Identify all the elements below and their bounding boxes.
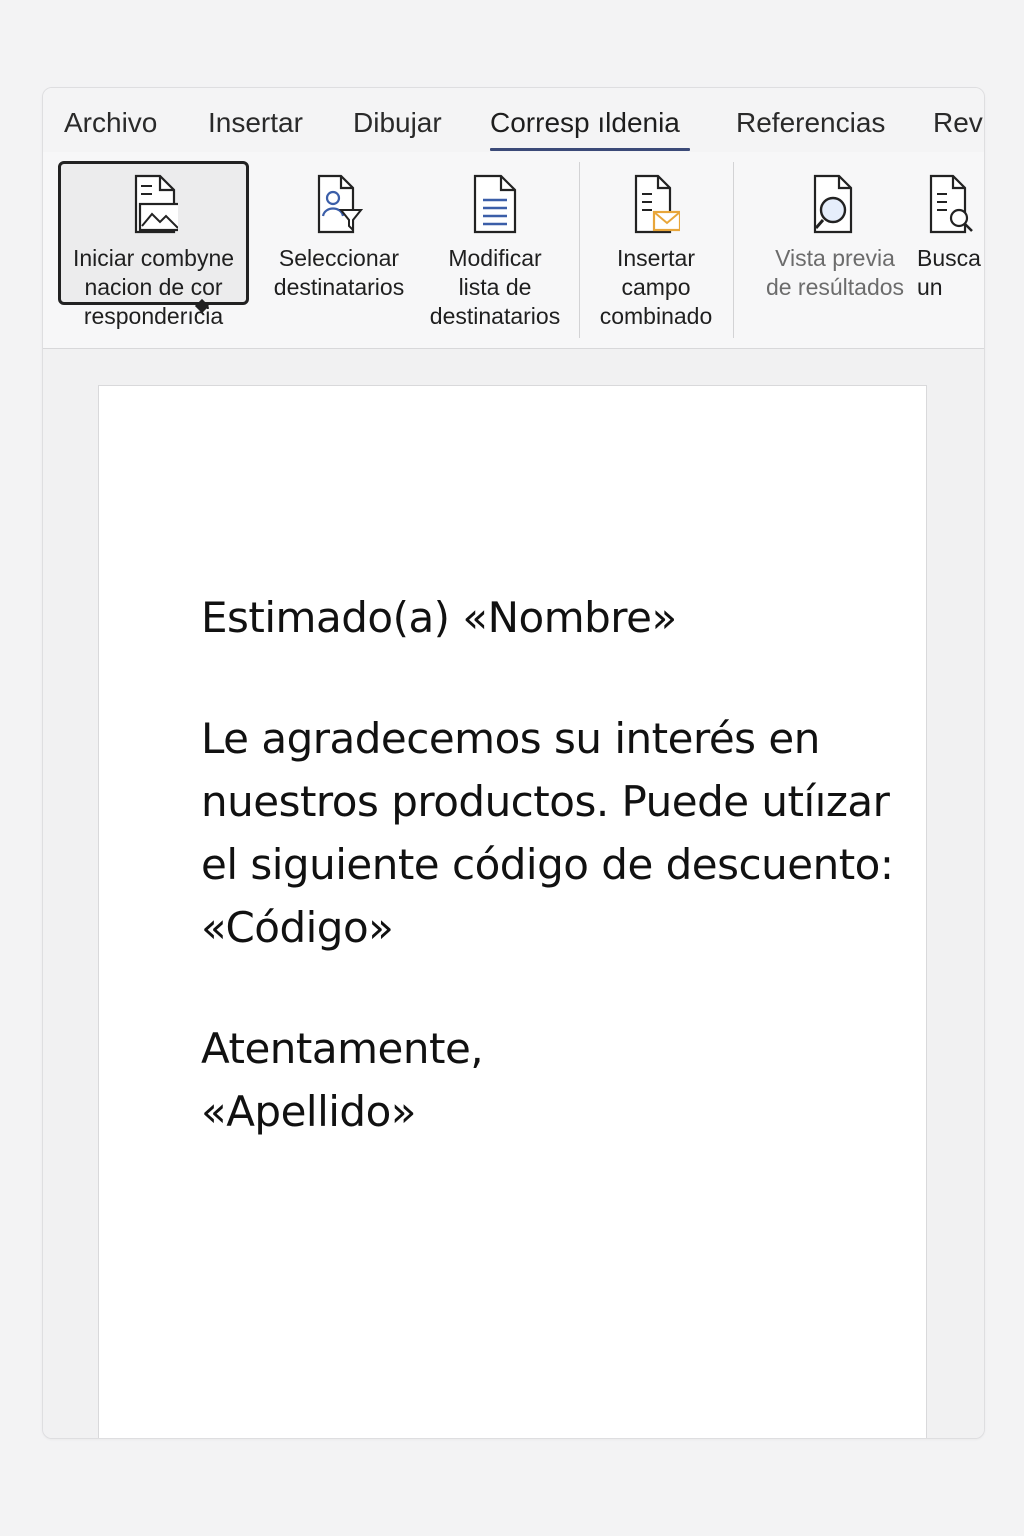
signature-field: «Apellido» [201, 1087, 417, 1136]
edit-recipient-list-label: Modificar lista de destinatarios [429, 245, 561, 329]
insert-merge-field-label: Insertar campo combinado [599, 245, 713, 329]
tab-correspondencia[interactable]: Corresp ıldenia [490, 106, 680, 140]
body-paragraph: Le agradecemos su interés en nuestros pr… [201, 714, 894, 952]
select-person-icon [317, 174, 363, 234]
active-tab-indicator [490, 148, 690, 151]
find-recipient-button[interactable]: Busca un [917, 152, 984, 342]
group-separator [579, 162, 580, 338]
document-image-icon [134, 174, 178, 234]
document-mail-icon [634, 174, 680, 234]
select-recipients-label: Seleccionar destinatarios [273, 245, 405, 300]
ribbon-panel: Iniciar combyne nacion de cor responderı… [43, 152, 984, 433]
document-page[interactable]: Estimado(a) «Nombre» Le agradecemos su i… [98, 385, 927, 1438]
start-mail-merge-label: Iniciar combyne nacion de cor responderı… [72, 245, 235, 329]
ribbon-tabs: Archivo Insertar Dibujar Corresp ıldenia… [43, 88, 984, 152]
document-list-icon [473, 174, 517, 234]
word-window: Archivo Insertar Dibujar Corresp ıldenia… [42, 87, 985, 1439]
insert-merge-field-button[interactable]: Insertar campo combinado [588, 152, 724, 342]
tab-archivo[interactable]: Archivo [64, 106, 157, 140]
preview-results-label: Vista previa de resúltados [765, 245, 905, 300]
find-document-icon [929, 174, 973, 234]
find-recipient-label: Busca un [917, 245, 981, 300]
tab-referencias[interactable]: Referencias [736, 106, 885, 140]
tab-dibujar[interactable]: Dibujar [353, 106, 442, 140]
greeting-line: Estimado(a) «Nombre» [201, 593, 677, 642]
preview-magnifier-icon [813, 174, 853, 234]
tab-revisar[interactable]: Rev [933, 106, 983, 140]
tab-insertar[interactable]: Insertar [208, 106, 303, 140]
document-area: Estimado(a) «Nombre» Le agradecemos su i… [43, 349, 984, 1438]
select-recipients-button[interactable]: Seleccionar destinatarios [262, 152, 416, 342]
document-body[interactable]: Estimado(a) «Nombre» Le agradecemos su i… [201, 586, 901, 1143]
edit-recipient-list-button[interactable]: Modificar lista de destinatarios [420, 152, 570, 342]
group-separator [733, 162, 734, 338]
closing-line: Atentamente, [201, 1024, 484, 1073]
preview-results-button[interactable]: Vista previa de resúltados [753, 152, 917, 342]
start-mail-merge-button[interactable]: Iniciar combyne nacion de cor responderı… [58, 152, 249, 342]
